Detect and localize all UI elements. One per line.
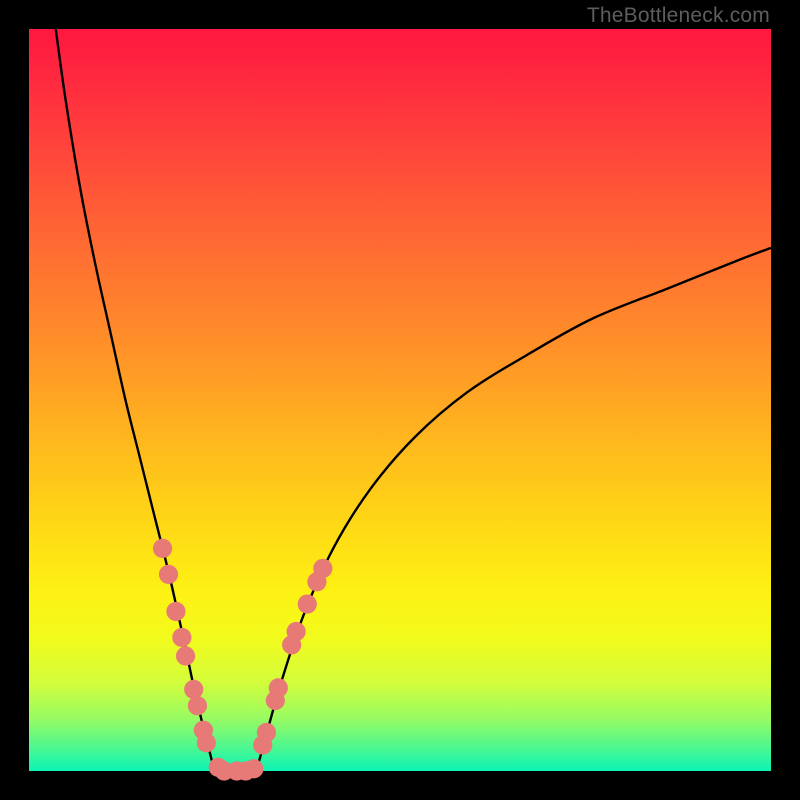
data-marker [172, 628, 191, 647]
data-marker [269, 678, 288, 697]
data-marker [197, 733, 216, 752]
chart-frame: TheBottleneck.com [0, 0, 800, 800]
data-marker [159, 565, 178, 584]
data-marker [188, 696, 207, 715]
data-marker [313, 559, 332, 578]
marker-group [153, 539, 332, 781]
data-marker [287, 622, 306, 641]
data-marker [257, 723, 276, 742]
bottleneck-curve [56, 29, 771, 774]
curve-layer [29, 29, 771, 771]
data-marker [166, 602, 185, 621]
data-marker [153, 539, 172, 558]
data-marker [244, 759, 263, 778]
data-marker [298, 594, 317, 613]
attribution-text: TheBottleneck.com [587, 4, 770, 28]
data-marker [176, 646, 195, 665]
data-marker [184, 680, 203, 699]
